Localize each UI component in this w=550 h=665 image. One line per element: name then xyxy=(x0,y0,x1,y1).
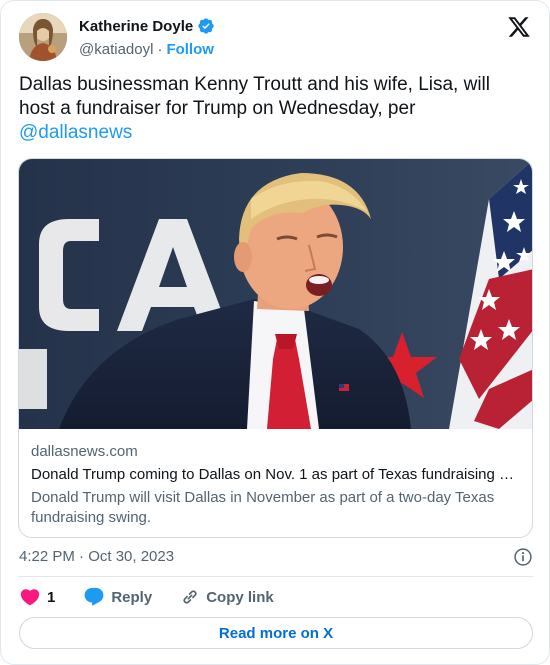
heart-icon xyxy=(19,586,41,608)
read-more-button[interactable]: Read more on X xyxy=(19,617,533,649)
reply-label: Reply xyxy=(111,588,153,606)
link-preview-card[interactable]: dallasnews.com Donald Trump coming to Da… xyxy=(18,158,533,538)
embedded-tweet: Katherine Doyle @katiadoyl · Follow Dall… xyxy=(0,0,550,665)
card-meta: dallasnews.com Donald Trump coming to Da… xyxy=(31,442,521,528)
like-count: 1 xyxy=(47,588,56,606)
mention-link[interactable]: @dallasnews xyxy=(19,122,132,143)
divider xyxy=(19,576,533,577)
reply-bubble-icon xyxy=(83,586,105,608)
card-image[interactable] xyxy=(19,159,532,429)
link-icon xyxy=(180,587,200,607)
avatar[interactable] xyxy=(19,13,67,61)
author-display-name[interactable]: Katherine Doyle xyxy=(79,18,193,35)
like-button[interactable]: 1 xyxy=(19,586,55,608)
card-description: Donald Trump will visit Dallas in Novemb… xyxy=(31,489,495,526)
tweet-body: Dallas businessman Kenny Troutt and his … xyxy=(19,74,491,119)
author-name-row: Katherine Doyle xyxy=(79,17,215,35)
copy-link-label: Copy link xyxy=(206,588,274,606)
card-title[interactable]: Donald Trump coming to Dallas on Nov. 1 … xyxy=(31,465,521,485)
tweet-meta-row: 4:22 PM · Oct 30, 2023 xyxy=(19,547,533,567)
verified-badge-icon xyxy=(197,17,215,35)
author-handle[interactable]: @katiadoyl xyxy=(79,41,153,58)
card-domain: dallasnews.com xyxy=(31,443,138,460)
author-handle-row: @katiadoyl · Follow xyxy=(79,41,214,58)
follow-button[interactable]: Follow xyxy=(166,41,214,58)
separator-dot: · xyxy=(157,41,163,58)
tweet-text: Dallas businessman Kenny Troutt and his … xyxy=(19,73,529,145)
action-bar: 1 Reply Copy link xyxy=(19,585,302,609)
copy-link-button[interactable]: Copy link xyxy=(180,587,274,607)
info-icon[interactable] xyxy=(513,547,533,567)
reply-button[interactable]: Reply xyxy=(83,586,152,608)
timestamp[interactable]: 4:22 PM · Oct 30, 2023 xyxy=(19,548,174,565)
x-logo-icon[interactable] xyxy=(507,15,531,39)
